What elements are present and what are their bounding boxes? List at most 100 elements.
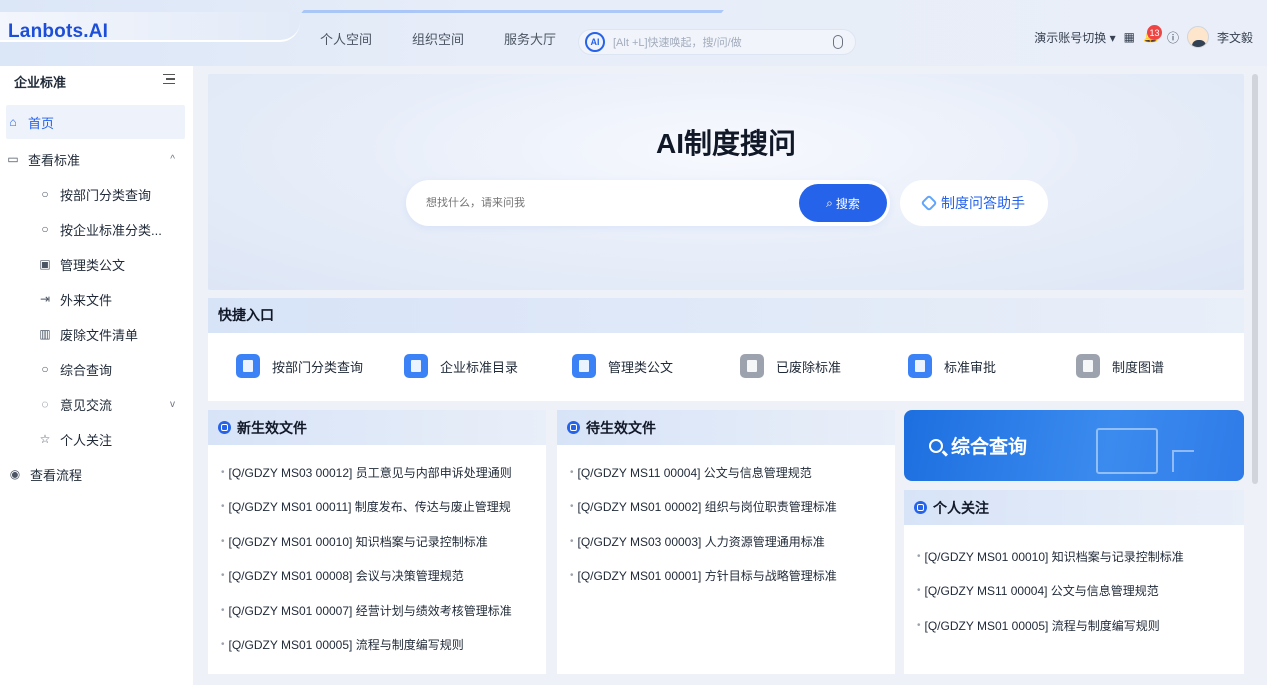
user-name[interactable]: 李文毅 [1217,29,1253,46]
list-item[interactable]: [Q/GDZY MS01 00010] 知识档案与记录控制标准 [221,524,546,559]
sidebar-item-label: 查看标准 [28,152,81,168]
sidebar-item-label: 外来文件 [60,292,113,308]
top-nav: 个人空间 组织空间 服务大厅 [300,28,576,52]
combined-search-label: 综合查询 [951,437,1028,458]
list-item[interactable]: [Q/GDZY MS01 00010] 知识档案与记录控制标准 [917,539,1244,574]
sidebar-item-label: 废除文件清单 [60,327,139,343]
new-effective-docs-panel: 新生效文件 [Q/GDZY MS03 00012] 员工意见与内部申诉处理通则 … [208,410,546,674]
ai-search-placeholder[interactable]: [Alt +L]快速唤起，搜/问/做 [613,34,833,50]
list-item[interactable]: [Q/GDZY MS01 00011] 制度发布、传达与废止管理规 [221,490,546,525]
quick-standard-approval[interactable]: 标准审批 [908,354,1076,378]
quick-standard-catalog[interactable]: 企业标准目录 [404,354,572,378]
sidebar-item-external-files[interactable]: ⇥ 外来文件 [38,282,185,316]
apps-grid-icon[interactable]: ▦ [1124,30,1135,44]
search-icon: ○ [41,222,49,236]
sidebar-title: 企业标准 [14,75,67,90]
list-item[interactable]: [Q/GDZY MS11 00004] 公文与信息管理规范 [570,455,895,490]
panel-title: 个人关注 [933,499,989,516]
search-button-label: 搜索 [835,196,860,211]
account-switch[interactable]: 演示账号切换 ▾ [1034,29,1115,46]
quick-entry-title: 快捷入口 [208,298,1244,333]
sidebar: 企业标准 ⌂ 首页 ▭ 查看标准 ^ ○ 按部门分类查询 ○ 按企业标准分类..… [0,66,193,685]
list-item[interactable]: [Q/GDZY MS01 00002] 组织与岗位职责管理标准 [570,490,895,525]
list-item[interactable]: [Q/GDZY MS11 00004] 公文与信息管理规范 [917,574,1244,609]
top-right-tools: 演示账号切换 ▾ ▦ 🔔13 ⓘ 李文毅 [1034,25,1253,48]
graph-icon [1076,354,1100,378]
chevron-down-icon: v [170,398,175,410]
department-icon [236,354,260,378]
home-icon: ⌂ [9,115,17,129]
list-item[interactable]: [Q/GDZY MS03 00003] 人力资源管理通用标准 [570,524,895,559]
sidebar-item-view-process[interactable]: ◉ 查看流程 [8,457,187,491]
sidebar-item-home[interactable]: ⌂ 首页 [6,105,185,139]
decorative-frame [1096,428,1158,474]
search-icon: ○ [41,187,49,201]
help-icon[interactable]: ⓘ [1167,29,1179,46]
import-icon: ⇥ [39,292,51,306]
quick-policy-graph[interactable]: 制度图谱 [1076,354,1244,378]
search-icon: ⌕ [826,195,833,210]
nav-service-hall[interactable]: 服务大厅 [484,28,576,52]
pending-docs-panel: 待生效文件 [Q/GDZY MS11 00004] 公文与信息管理规范 [Q/G… [557,410,895,674]
chat-icon: ◌ [41,397,49,411]
combined-search-card[interactable]: 综合查询 [904,410,1244,481]
doc-badge-icon [914,501,927,514]
quick-item-label: 管理类公文 [608,359,674,375]
app-logo[interactable]: Lanbots.AI [8,21,108,43]
list-item[interactable]: [Q/GDZY MS01 00008] 会议与决策管理规范 [221,559,546,594]
following-panel: 个人关注 [Q/GDZY MS01 00010] 知识档案与记录控制标准 [Q/… [904,490,1244,674]
list-item[interactable]: [Q/GDZY MS01 00007] 经营计划与绩效考核管理标准 [221,593,546,628]
document-icon: ▣ [39,257,51,271]
sidebar-item-combined-search[interactable]: ○ 综合查询 [38,352,185,386]
sidebar-item-label: 综合查询 [60,362,113,378]
hero-search-input[interactable] [426,197,799,209]
approval-icon [908,354,932,378]
hero-title: AI制度搜问 [655,128,796,159]
notification-count: 13 [1146,25,1162,40]
folder-icon: ▭ [7,152,19,166]
doc-badge-icon [218,421,231,434]
nav-decoration [292,10,724,24]
list-item[interactable]: [Q/GDZY MS03 00012] 员工意见与内部申诉处理通则 [221,455,546,490]
sidebar-item-label: 首页 [28,115,55,131]
list-item[interactable]: [Q/GDZY MS01 00005] 流程与制度编写规则 [221,628,546,663]
sidebar-item-following[interactable]: ☆ 个人关注 [38,422,185,456]
quick-abolished-standards[interactable]: 已废除标准 [740,354,908,378]
microphone-icon[interactable] [833,35,843,49]
top-bar: Lanbots.AI 个人空间 组织空间 服务大厅 AI [Alt +L]快速唤… [0,0,1267,66]
policy-assistant-button[interactable]: 制度问答助手 [900,180,1048,226]
sidebar-item-abolished-list[interactable]: ▥ 废除文件清单 [38,317,185,351]
list-item[interactable]: [Q/GDZY MS01 00005] 流程与制度编写规则 [917,608,1244,643]
quick-management-docs[interactable]: 管理类公文 [572,354,740,378]
sidebar-item-label: 管理类公文 [60,257,126,273]
sidebar-collapse-icon[interactable] [163,74,175,84]
list-item[interactable]: [Q/GDZY MS01 00001] 方针目标与战略管理标准 [570,559,895,594]
quick-entry-panel: 快捷入口 按部门分类查询 企业标准目录 管理类公文 已废除标准 标准审批 制度图… [208,298,1244,401]
sidebar-item-label: 按企业标准分类... [60,222,162,238]
nav-personal-space[interactable]: 个人空间 [300,28,392,52]
sidebar-item-label: 意见交流 [60,397,113,413]
page-scrollbar[interactable] [1252,74,1258,484]
quick-item-label: 企业标准目录 [440,359,519,375]
ai-search-box[interactable]: AI [Alt +L]快速唤起，搜/问/做 [578,29,856,55]
quick-by-department[interactable]: 按部门分类查询 [236,354,404,378]
sidebar-item-feedback[interactable]: ◌ 意见交流 v [38,387,185,421]
assistant-icon [920,194,938,212]
sidebar-item-view-standards[interactable]: ▭ 查看标准 ^ [6,142,185,176]
ai-icon: AI [585,32,605,52]
avatar[interactable] [1186,26,1209,48]
sidebar-item-label: 按部门分类查询 [60,187,152,203]
quick-item-label: 制度图谱 [1112,359,1165,375]
sidebar-item-management-docs[interactable]: ▣ 管理类公文 [38,247,185,281]
panel-header: 待生效文件 [557,410,895,445]
search-button[interactable]: ⌕ 搜索 [799,184,887,222]
notification-bell-icon[interactable]: 🔔13 [1143,25,1162,45]
assistant-button-label: 制度问答助手 [941,195,1025,211]
decorative-corner [1172,450,1194,472]
nav-org-space[interactable]: 组织空间 [392,28,484,52]
sidebar-item-by-department[interactable]: ○ 按部门分类查询 [38,177,185,211]
star-icon: ☆ [39,432,51,446]
sidebar-item-by-enterprise-category[interactable]: ○ 按企业标准分类... [38,212,185,246]
panel-title: 新生效文件 [237,419,307,436]
chevron-up-icon: ^ [170,153,175,165]
